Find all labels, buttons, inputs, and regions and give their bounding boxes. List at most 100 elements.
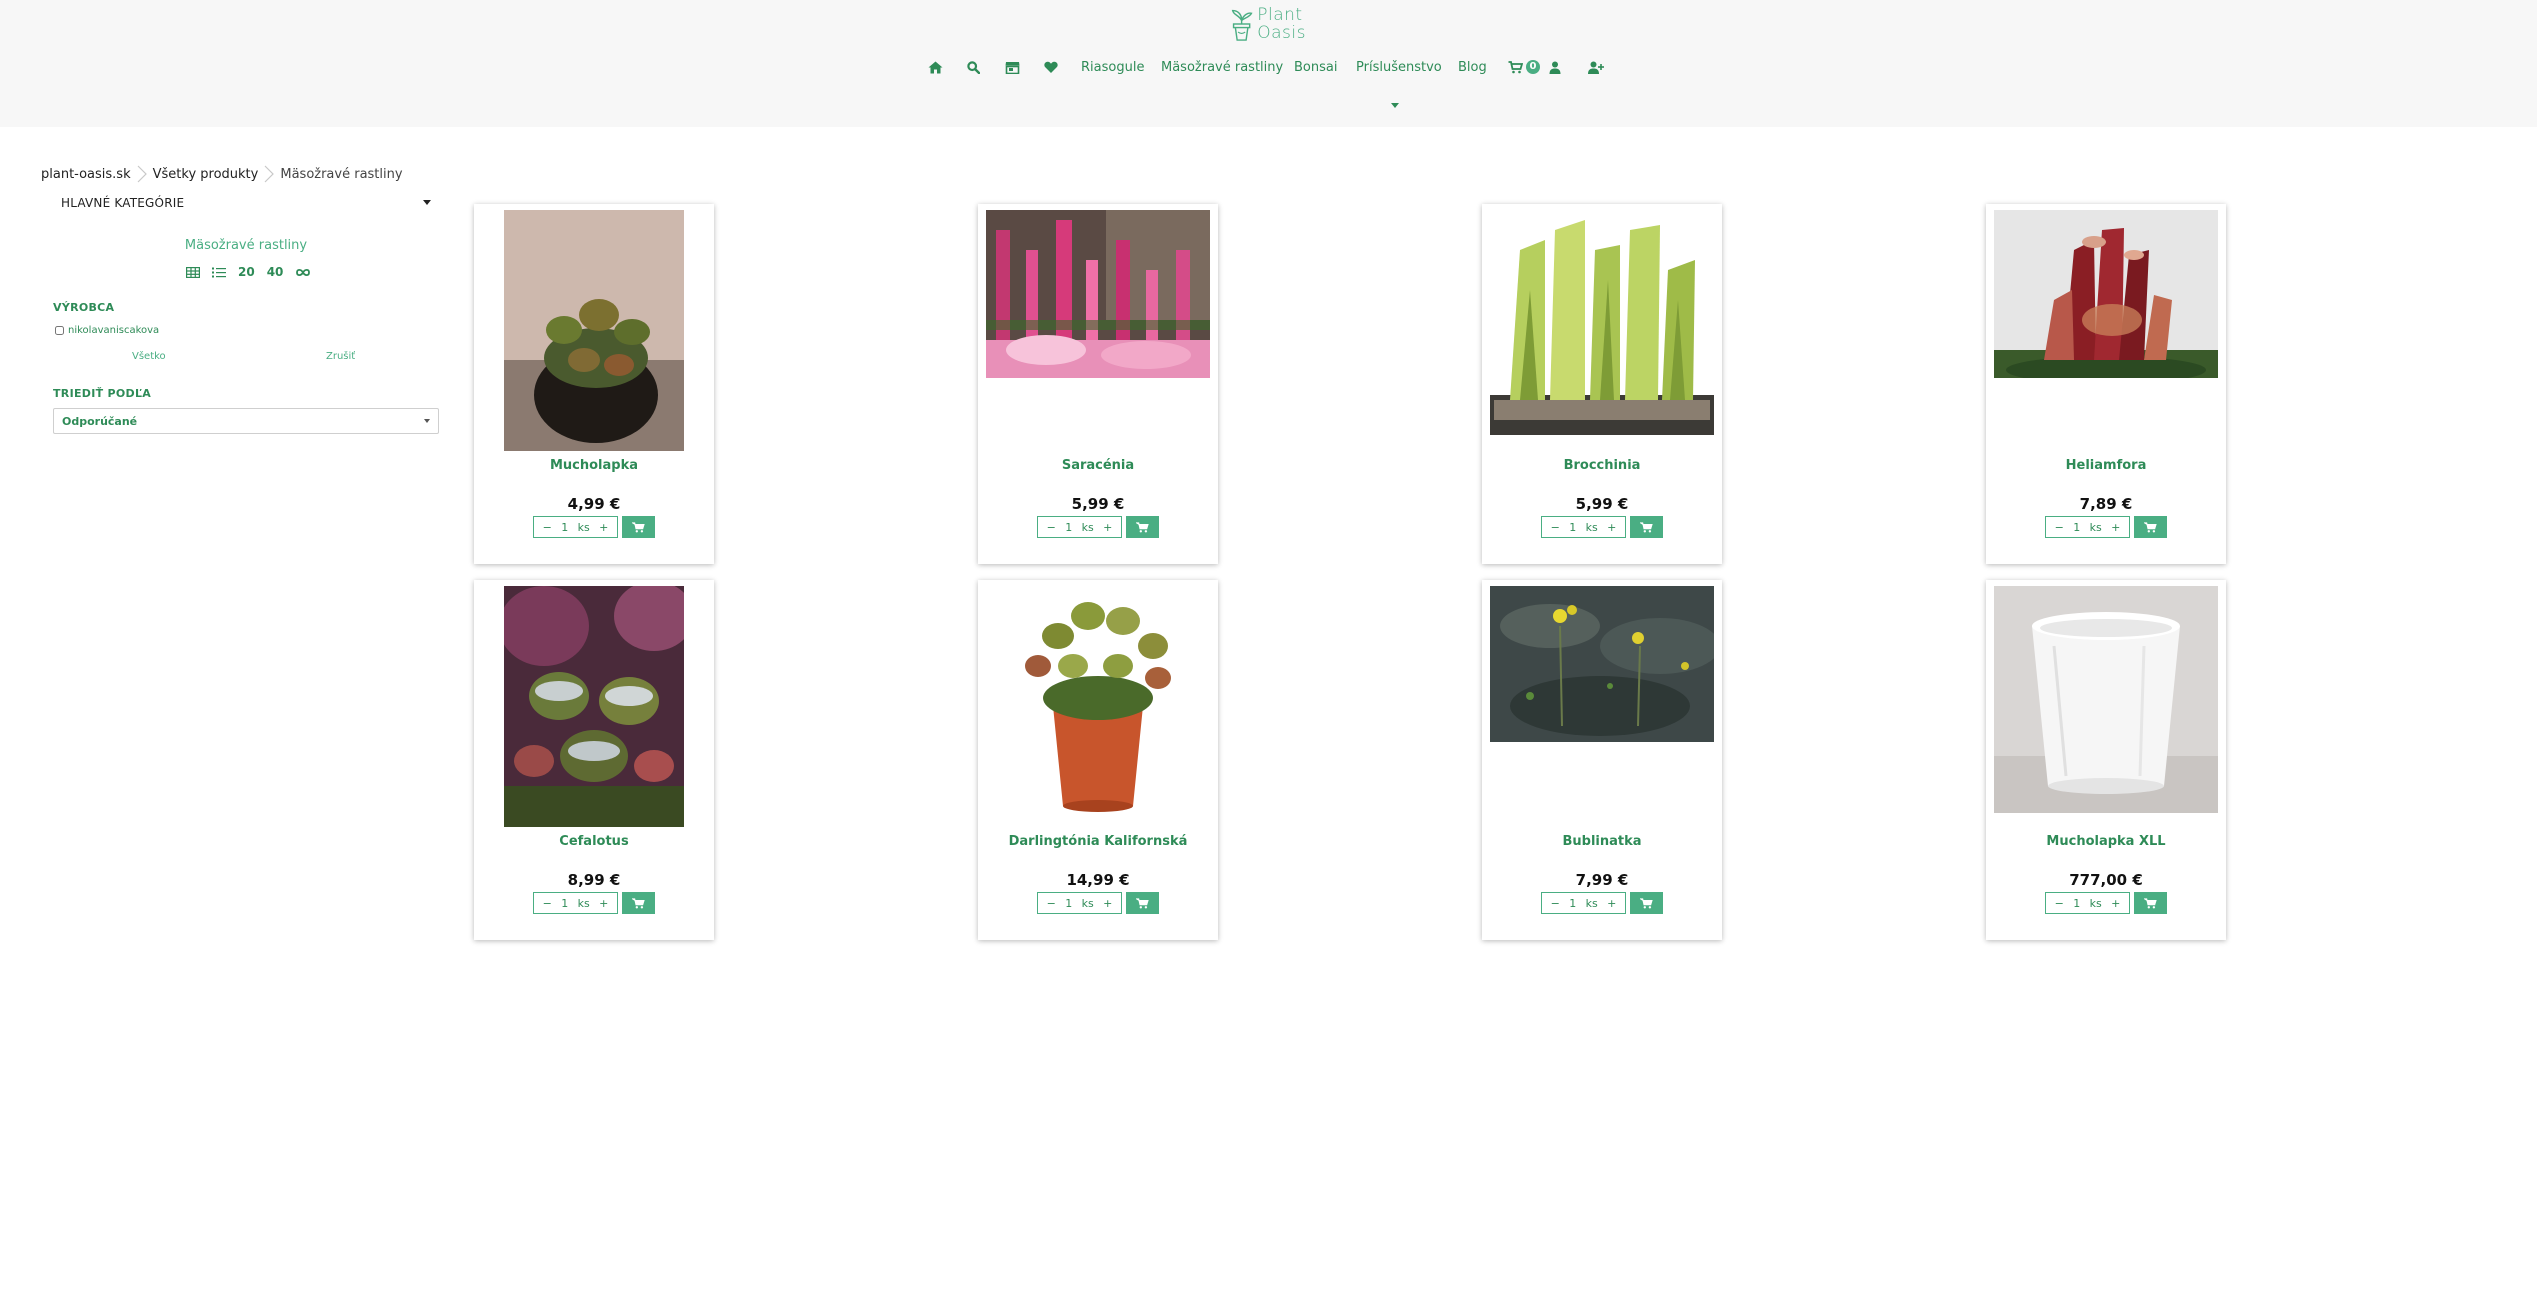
cancel-filter-link[interactable]: Zrušiť <box>326 351 355 362</box>
product-name[interactable]: Cefalotus <box>474 834 714 849</box>
qty-value[interactable]: 1 <box>561 521 568 534</box>
cart-icon <box>2144 521 2157 532</box>
product-name[interactable]: Mucholapka XLL <box>1986 834 2226 849</box>
quantity-stepper[interactable]: − 1 ks + <box>2045 892 2130 914</box>
quantity-stepper[interactable]: − 1 ks + <box>1037 892 1122 914</box>
nav-link-accessories[interactable]: Príslušenstvo <box>1356 57 1442 77</box>
product-image[interactable] <box>1008 586 1188 820</box>
product-card: Saracénia 5,99 € − 1 ks + <box>978 204 1218 564</box>
product-price: 7,99 € <box>1575 871 1629 889</box>
nav-account[interactable] <box>1549 57 1561 77</box>
heliamphora-photo <box>1994 210 2218 378</box>
manufacturer-checkbox[interactable] <box>55 326 64 335</box>
qty-minus-button[interactable]: − <box>543 897 552 910</box>
add-to-cart-button[interactable] <box>1630 892 1663 914</box>
qty-unit: ks <box>2089 520 2102 534</box>
product-image[interactable] <box>1490 586 1714 742</box>
breadcrumb-all-products[interactable]: Všetky produkty <box>153 167 259 182</box>
qty-plus-button[interactable]: + <box>1103 521 1112 534</box>
quantity-stepper[interactable]: − 1 ks + <box>533 892 618 914</box>
breadcrumb-home[interactable]: plant-oasis.sk <box>41 167 131 182</box>
white-pot-photo <box>1994 586 2218 813</box>
qty-plus-button[interactable]: + <box>2111 521 2120 534</box>
qty-plus-button[interactable]: + <box>599 897 608 910</box>
product-image[interactable] <box>504 586 684 827</box>
cart-icon <box>1136 521 1149 532</box>
main-categories-toggle[interactable]: HLAVNÉ KATEGÓRIE <box>61 193 431 213</box>
add-to-cart-button[interactable] <box>2134 892 2167 914</box>
per-page-20[interactable]: 20 <box>238 265 255 279</box>
store-icon <box>1005 61 1020 74</box>
nav-store[interactable] <box>1005 57 1020 77</box>
manufacturer-option[interactable]: nikolavaniscakova <box>55 325 159 336</box>
select-all-link[interactable]: Všetko <box>132 351 166 362</box>
logo-text: Plant Oasis <box>1257 6 1306 42</box>
per-page-40[interactable]: 40 <box>267 265 284 279</box>
nav-register[interactable] <box>1588 57 1604 77</box>
qty-plus-button[interactable]: + <box>599 521 608 534</box>
product-price: 14,99 € <box>1066 871 1130 889</box>
add-to-cart-button[interactable] <box>1126 892 1159 914</box>
nav-link-bonsai[interactable]: Bonsai <box>1294 57 1337 77</box>
list-view-button[interactable] <box>212 267 226 278</box>
nav-link-carnivorous[interactable]: Mäsožravé rastliny <box>1161 57 1283 77</box>
qty-value[interactable]: 1 <box>1065 897 1072 910</box>
product-card: Mucholapka 4,99 € − 1 ks + <box>474 204 714 564</box>
quantity-stepper[interactable]: − 1 ks + <box>533 516 618 538</box>
qty-value[interactable]: 1 <box>1065 521 1072 534</box>
per-page-infinite[interactable] <box>295 268 311 277</box>
nav-search[interactable] <box>967 57 980 77</box>
product-card: Brocchinia 5,99 € − 1 ks + <box>1482 204 1722 564</box>
qty-minus-button[interactable]: − <box>1551 897 1560 910</box>
quantity-stepper[interactable]: − 1 ks + <box>1541 892 1626 914</box>
qty-minus-button[interactable]: − <box>543 521 552 534</box>
home-icon <box>928 61 943 73</box>
qty-plus-button[interactable]: + <box>2111 897 2120 910</box>
product-image[interactable] <box>1994 210 2218 378</box>
add-to-cart-button[interactable] <box>1126 516 1159 538</box>
nav-link-riasogule[interactable]: Riasogule <box>1081 57 1144 77</box>
qty-minus-button[interactable]: − <box>1047 897 1056 910</box>
add-to-cart-button[interactable] <box>1630 516 1663 538</box>
qty-minus-button[interactable]: − <box>2055 521 2064 534</box>
qty-value[interactable]: 1 <box>2073 521 2080 534</box>
product-image[interactable] <box>986 210 1210 378</box>
qty-minus-button[interactable]: − <box>1047 521 1056 534</box>
add-to-cart-button[interactable] <box>622 516 655 538</box>
qty-value[interactable]: 1 <box>2073 897 2080 910</box>
quantity-stepper[interactable]: − 1 ks + <box>2045 516 2130 538</box>
quantity-stepper[interactable]: − 1 ks + <box>1037 516 1122 538</box>
nav-cart[interactable]: 0 <box>1508 57 1540 77</box>
sort-select[interactable]: Odporúčané <box>53 408 439 434</box>
product-name[interactable]: Mucholapka <box>474 458 714 473</box>
qty-minus-button[interactable]: − <box>2055 897 2064 910</box>
product-name[interactable]: Bublinatka <box>1482 834 1722 849</box>
quantity-stepper[interactable]: − 1 ks + <box>1541 516 1626 538</box>
add-to-cart-button[interactable] <box>622 892 655 914</box>
product-name[interactable]: Saracénia <box>978 458 1218 473</box>
add-to-cart-button[interactable] <box>2134 516 2167 538</box>
product-image[interactable] <box>1994 586 2218 813</box>
nav-favorites[interactable] <box>1044 57 1058 77</box>
product-name[interactable]: Heliamfora <box>1986 458 2226 473</box>
product-image[interactable] <box>1490 210 1714 435</box>
nav-home[interactable] <box>928 57 943 77</box>
nav-expand-caret-icon[interactable] <box>1390 102 1400 110</box>
qty-minus-button[interactable]: − <box>1551 521 1560 534</box>
grid-view-button[interactable] <box>186 266 200 278</box>
product-image[interactable] <box>504 210 684 451</box>
product-name[interactable]: Brocchinia <box>1482 458 1722 473</box>
qty-value[interactable]: 1 <box>1569 897 1576 910</box>
site-logo[interactable]: Plant Oasis <box>1230 3 1306 45</box>
grid-view-icon <box>186 266 200 278</box>
qty-plus-button[interactable]: + <box>1607 521 1616 534</box>
product-price: 5,99 € <box>1575 495 1629 513</box>
qty-unit: ks <box>2089 896 2102 910</box>
qty-plus-button[interactable]: + <box>1103 897 1112 910</box>
qty-value[interactable]: 1 <box>1569 521 1576 534</box>
qty-plus-button[interactable]: + <box>1607 897 1616 910</box>
cart-icon <box>1640 521 1653 532</box>
product-name[interactable]: Darlingtónia Kalifornská <box>978 834 1218 849</box>
qty-value[interactable]: 1 <box>561 897 568 910</box>
nav-link-blog[interactable]: Blog <box>1458 57 1487 77</box>
